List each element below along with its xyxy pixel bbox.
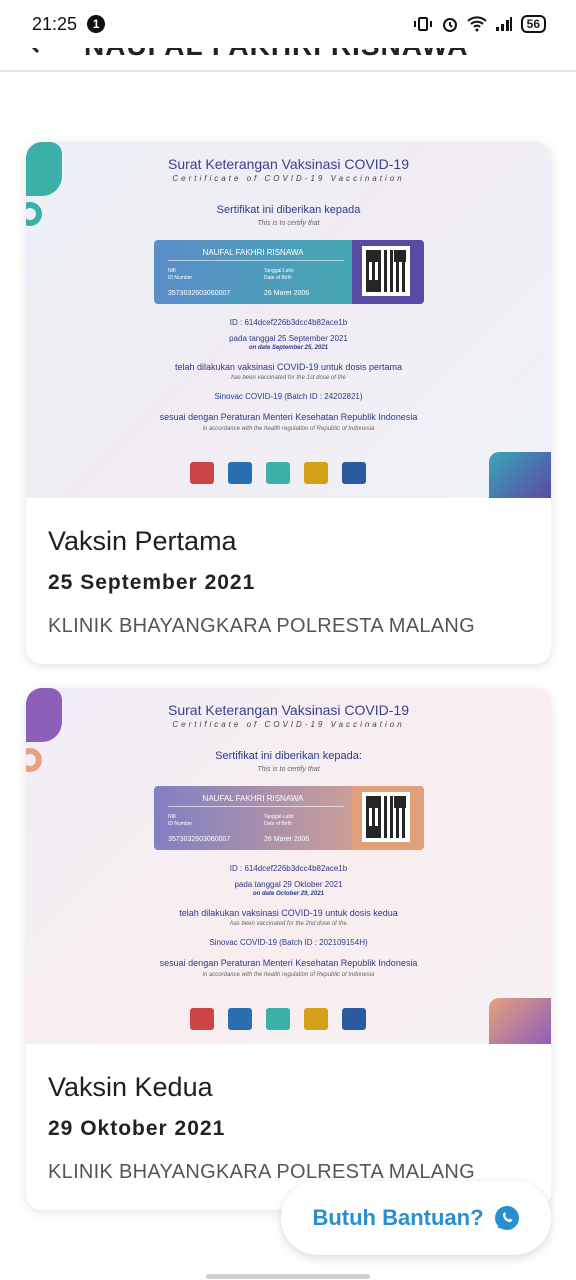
battery-indicator: 56: [520, 15, 546, 33]
help-button[interactable]: Butuh Bantuan?: [281, 1181, 551, 1255]
vaccine-title: Vaksin Pertama: [48, 526, 237, 556]
nik-value: 3573032603060007: [168, 290, 231, 297]
regulation-en: in accordance with the health regulation…: [202, 426, 375, 432]
date-line-en: on date October 29, 2021: [252, 891, 325, 897]
certificate-title: Surat Keterangan Vaksinasi COVID-19: [168, 156, 409, 172]
vaccine-title: Vaksin Kedua: [48, 1072, 213, 1102]
holder-name: NAUFAL FAKHRI RISNAWA: [202, 794, 304, 803]
regulation-en: in accordance with the health regulation…: [202, 972, 375, 978]
notification-badge: 1: [87, 15, 106, 33]
kominfo-logo-icon: [228, 462, 252, 484]
nik-label-en: ID Number: [168, 275, 193, 281]
home-indicator[interactable]: [206, 1274, 370, 1279]
bumn-logo-icon: [342, 462, 366, 484]
decor-shape: [489, 998, 551, 1044]
nik-label-en: ID Number: [168, 821, 193, 827]
dob-label-en: Date of Birth: [264, 275, 292, 281]
kominfo-logo-icon: [228, 1008, 252, 1030]
garuda-emblem-icon: [304, 1008, 328, 1030]
vaccine-card-second[interactable]: Surat Keterangan Vaksinasi COVID-19 Cert…: [26, 688, 551, 1210]
regulation: sesuai dengan Peraturan Menteri Kesehata…: [159, 412, 418, 422]
date-line: pada tanggal 29 Oktober 2021: [234, 880, 343, 889]
dob-value: 26 Maret 2006: [264, 290, 310, 297]
help-button-label: Butuh Bantuan?: [312, 1205, 484, 1230]
certificate-subtitle: Certificate of COVID-19 Vaccination: [172, 174, 405, 183]
vaccine-batch: Sinovac COVID-19 (Batch ID : 24202821): [214, 392, 363, 401]
divider: [168, 806, 344, 807]
kemenkes-logo-icon: [266, 1008, 290, 1030]
dob-label-en: Date of Birth: [264, 821, 292, 827]
wifi-icon: [466, 16, 487, 32]
status-bar: 21:25 1 56: [0, 0, 576, 48]
sponsor-logos: [190, 1008, 366, 1030]
dose-line: telah dilakukan vaksinasi COVID-19 untuk…: [179, 908, 398, 918]
qr-box: [352, 786, 424, 850]
divider: [168, 260, 344, 261]
nik-value: 3573032603060007: [168, 836, 231, 843]
holder-name: NAUFAL FAKHRI RISNAWA: [202, 248, 304, 257]
card-body: Vaksin Pertama 25 September 2021 KLINIK …: [26, 498, 551, 638]
decor-shape: [489, 452, 551, 498]
nik-label: NIK: [168, 268, 177, 274]
certificate-image: Surat Keterangan Vaksinasi COVID-19 Cert…: [26, 688, 551, 1044]
nik-label: NIK: [168, 814, 177, 820]
certificate-given-to: Sertifikat ini diberikan kepada: [216, 204, 361, 216]
status-left: 21:25 1: [32, 13, 106, 35]
vaccine-date: 29 Oktober 2021: [48, 1117, 226, 1140]
dob-label: Tanggal Lahir: [264, 268, 295, 274]
alarm-icon: [442, 18, 457, 32]
vibrate-icon: [413, 17, 432, 31]
certificate-title: Surat Keterangan Vaksinasi COVID-19: [168, 702, 409, 718]
certificate-image: Surat Keterangan Vaksinasi COVID-19 Cert…: [26, 142, 551, 498]
dose-line-en: has been vaccinated for the 1st dose of …: [231, 375, 346, 381]
dose-line: telah dilakukan vaksinasi COVID-19 untuk…: [174, 362, 403, 372]
vaccine-date: 25 September 2021: [48, 571, 256, 594]
certificate-subtitle: Certificate of COVID-19 Vaccination: [172, 720, 405, 729]
vaccine-batch: Sinovac COVID-19 (Batch ID : 202109154H): [209, 938, 368, 947]
id-card: NAUFAL FAKHRI RISNAWA NIK ID Number 3573…: [154, 786, 424, 850]
status-right: 56: [413, 15, 546, 33]
qr-box: [352, 240, 424, 304]
id-card: NAUFAL FAKHRI RISNAWA NIK ID Number 3573…: [154, 240, 424, 304]
certificate-given-to-en: This is to certify that: [257, 220, 320, 227]
whatsapp-icon: [494, 1206, 519, 1230]
qr-code-icon: [362, 792, 410, 842]
dob-value: 26 Maret 2006: [264, 836, 310, 843]
status-time: 21:25: [32, 13, 78, 34]
garuda-logo-icon: [190, 462, 214, 484]
dob-label: Tanggal Lahir: [264, 814, 295, 820]
certificate-given-to: Sertifikat ini diberikan kepada:: [215, 750, 362, 762]
certificate-id: ID : 614dcef226b3dcc4b82ace1b: [229, 864, 348, 873]
vaccine-place: KLINIK BHAYANGKARA POLRESTA MALANG: [48, 615, 475, 637]
garuda-logo-icon: [190, 1008, 214, 1030]
kemenkes-logo-icon: [266, 462, 290, 484]
date-line: pada tanggal 25 September 2021: [229, 334, 348, 343]
date-line-en: on date September 25, 2021: [248, 345, 329, 351]
qr-code-icon: [362, 246, 410, 296]
card-body: Vaksin Kedua 29 Oktober 2021 KLINIK BHAY…: [26, 1044, 551, 1184]
certificate-given-to-en: This is to certify that: [257, 766, 320, 773]
sponsor-logos: [190, 462, 366, 484]
regulation: sesuai dengan Peraturan Menteri Kesehata…: [159, 958, 418, 968]
garuda-emblem-icon: [304, 462, 328, 484]
certificate-id: ID : 614dcef226b3dcc4b82ace1b: [229, 318, 348, 327]
dose-line-en: has been vaccinated for the 2nd dose of …: [230, 921, 347, 927]
vaccine-card-first[interactable]: Surat Keterangan Vaksinasi COVID-19 Cert…: [26, 142, 551, 664]
signal-icon: [495, 17, 512, 31]
bumn-logo-icon: [342, 1008, 366, 1030]
